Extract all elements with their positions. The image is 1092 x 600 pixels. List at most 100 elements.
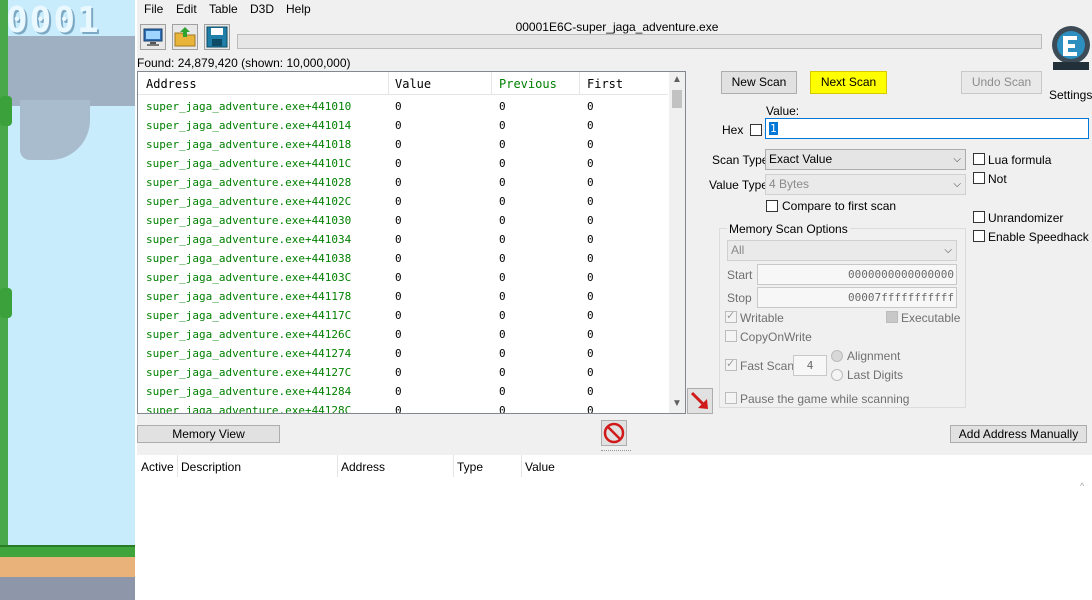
cheat-engine-logo-icon[interactable]: [1049, 18, 1091, 72]
address-table-header-value[interactable]: Value: [525, 460, 555, 474]
scroll-up-icon[interactable]: ^: [1080, 481, 1084, 491]
results-scrollbar[interactable]: ▲ ▼: [669, 72, 685, 413]
row-value: 0: [395, 290, 402, 303]
table-row[interactable]: super_jaga_adventure.exe+441284 0 0 0: [138, 382, 668, 401]
clear-results-button[interactable]: [601, 420, 627, 446]
row-address: super_jaga_adventure.exe+441010: [146, 100, 352, 113]
next-scan-button[interactable]: Next Scan: [810, 71, 887, 94]
undo-scan-button[interactable]: Undo Scan: [961, 71, 1042, 94]
scroll-down-icon[interactable]: ▼: [672, 398, 682, 409]
value-type-select[interactable]: 4 Bytes ⌵: [765, 174, 966, 195]
hex-checkbox[interactable]: [750, 124, 762, 136]
compare-first-checkbox[interactable]: [766, 200, 778, 212]
table-row[interactable]: super_jaga_adventure.exe+44127C 0 0 0: [138, 363, 668, 382]
pause-game-checkbox[interactable]: [725, 392, 737, 404]
menu-d3d[interactable]: D3D: [250, 2, 274, 16]
unrandomizer-checkbox[interactable]: [973, 211, 985, 223]
alignment-label: Alignment: [847, 349, 901, 363]
address-table[interactable]: Active Description Address Type Value ^: [137, 455, 1092, 600]
menu-table[interactable]: Table: [209, 2, 238, 16]
game-ground: [0, 577, 136, 600]
copy-on-write-label: CopyOnWrite: [740, 330, 812, 344]
add-address-manually-button[interactable]: Add Address Manually: [950, 425, 1087, 443]
memory-view-button[interactable]: Memory View: [137, 425, 280, 443]
row-first: 0: [587, 214, 594, 227]
splitter-grip[interactable]: [601, 450, 631, 453]
scan-type-select[interactable]: Exact Value ⌵: [765, 149, 966, 170]
lua-formula-checkbox[interactable]: [973, 153, 985, 165]
fast-scan-checkbox[interactable]: [725, 357, 737, 371]
menu-help[interactable]: Help: [286, 2, 311, 16]
game-rock-overhang: [20, 100, 90, 160]
address-table-header-address[interactable]: Address: [341, 460, 385, 474]
last-digits-radio[interactable]: [831, 369, 843, 381]
stop-address-input[interactable]: 00007fffffffffff: [757, 287, 957, 308]
game-pillar: [0, 0, 8, 550]
game-window: 0001: [0, 0, 136, 600]
speedhack-checkbox[interactable]: [973, 230, 985, 242]
copy-on-write-checkbox[interactable]: [725, 330, 737, 342]
table-row[interactable]: super_jaga_adventure.exe+441178 0 0 0: [138, 287, 668, 306]
cheat-engine-window: File Edit Table D3D Help 00001E6C-super_…: [137, 0, 1092, 600]
table-row[interactable]: super_jaga_adventure.exe+441014 0 0 0: [138, 116, 668, 135]
table-row[interactable]: super_jaga_adventure.exe+44126C 0 0 0: [138, 325, 668, 344]
executable-checkbox[interactable]: [886, 311, 898, 323]
add-selected-to-list-button[interactable]: [687, 388, 713, 414]
scan-results-list[interactable]: Address Value Previous First super_jaga_…: [137, 71, 686, 414]
new-scan-button[interactable]: New Scan: [721, 71, 797, 94]
value-type-label: Value Type: [709, 178, 768, 192]
table-row[interactable]: super_jaga_adventure.exe+44128C 0 0 0: [138, 401, 668, 414]
no-entry-icon: [603, 422, 625, 444]
compare-first-label: Compare to first scan: [782, 199, 897, 213]
menu-file[interactable]: File: [144, 2, 163, 16]
alignment-radio[interactable]: [831, 350, 843, 362]
scan-progress-bar: [237, 34, 1042, 49]
open-process-button[interactable]: [140, 24, 166, 50]
results-header-value[interactable]: Value: [395, 77, 431, 91]
memory-region-select[interactable]: All ⌵: [727, 240, 957, 261]
stop-label: Stop: [727, 291, 752, 305]
row-address: super_jaga_adventure.exe+44127C: [146, 366, 352, 379]
address-table-header-type[interactable]: Type: [457, 460, 483, 474]
table-row[interactable]: super_jaga_adventure.exe+441010 0 0 0: [138, 97, 668, 116]
table-row[interactable]: super_jaga_adventure.exe+44117C 0 0 0: [138, 306, 668, 325]
scan-type-value: Exact Value: [769, 152, 833, 166]
row-address: super_jaga_adventure.exe+44102C: [146, 195, 352, 208]
table-row[interactable]: super_jaga_adventure.exe+441018 0 0 0: [138, 135, 668, 154]
results-header-previous[interactable]: Previous: [499, 77, 557, 91]
row-value: 0: [395, 138, 402, 151]
row-first: 0: [587, 404, 594, 414]
results-header-first[interactable]: First: [587, 77, 623, 91]
process-title: 00001E6C-super_jaga_adventure.exe: [515, 20, 719, 34]
scroll-up-icon[interactable]: ▲: [672, 74, 682, 85]
row-value: 0: [395, 385, 402, 398]
table-row[interactable]: super_jaga_adventure.exe+441030 0 0 0: [138, 211, 668, 230]
save-button[interactable]: [204, 24, 230, 50]
writable-label: Writable: [740, 311, 784, 325]
table-row[interactable]: super_jaga_adventure.exe+441274 0 0 0: [138, 344, 668, 363]
start-address-input[interactable]: 0000000000000000: [757, 264, 957, 285]
unrandomizer-label: Unrandomizer: [988, 211, 1064, 225]
results-header-address[interactable]: Address: [146, 77, 197, 91]
scrollbar-thumb[interactable]: [672, 90, 682, 108]
address-table-header-description[interactable]: Description: [181, 460, 241, 474]
not-checkbox[interactable]: [973, 172, 985, 184]
address-table-scrollbar[interactable]: ^: [1076, 477, 1092, 600]
row-previous: 0: [499, 271, 506, 284]
table-row[interactable]: super_jaga_adventure.exe+441028 0 0 0: [138, 173, 668, 192]
open-file-button[interactable]: [172, 24, 198, 50]
row-previous: 0: [499, 347, 506, 360]
fast-scan-alignment-input[interactable]: 4: [793, 355, 827, 376]
table-row[interactable]: super_jaga_adventure.exe+441038 0 0 0: [138, 249, 668, 268]
row-value: 0: [395, 119, 402, 132]
writable-checkbox[interactable]: [725, 309, 737, 323]
menu-edit[interactable]: Edit: [176, 2, 197, 16]
table-row[interactable]: super_jaga_adventure.exe+44101C 0 0 0: [138, 154, 668, 173]
value-input[interactable]: 1: [765, 118, 1089, 139]
memory-region-value: All: [731, 243, 745, 257]
address-table-header-active[interactable]: Active: [141, 460, 174, 474]
settings-link[interactable]: Settings: [1049, 88, 1092, 102]
table-row[interactable]: super_jaga_adventure.exe+44102C 0 0 0: [138, 192, 668, 211]
table-row[interactable]: super_jaga_adventure.exe+44103C 0 0 0: [138, 268, 668, 287]
table-row[interactable]: super_jaga_adventure.exe+441034 0 0 0: [138, 230, 668, 249]
